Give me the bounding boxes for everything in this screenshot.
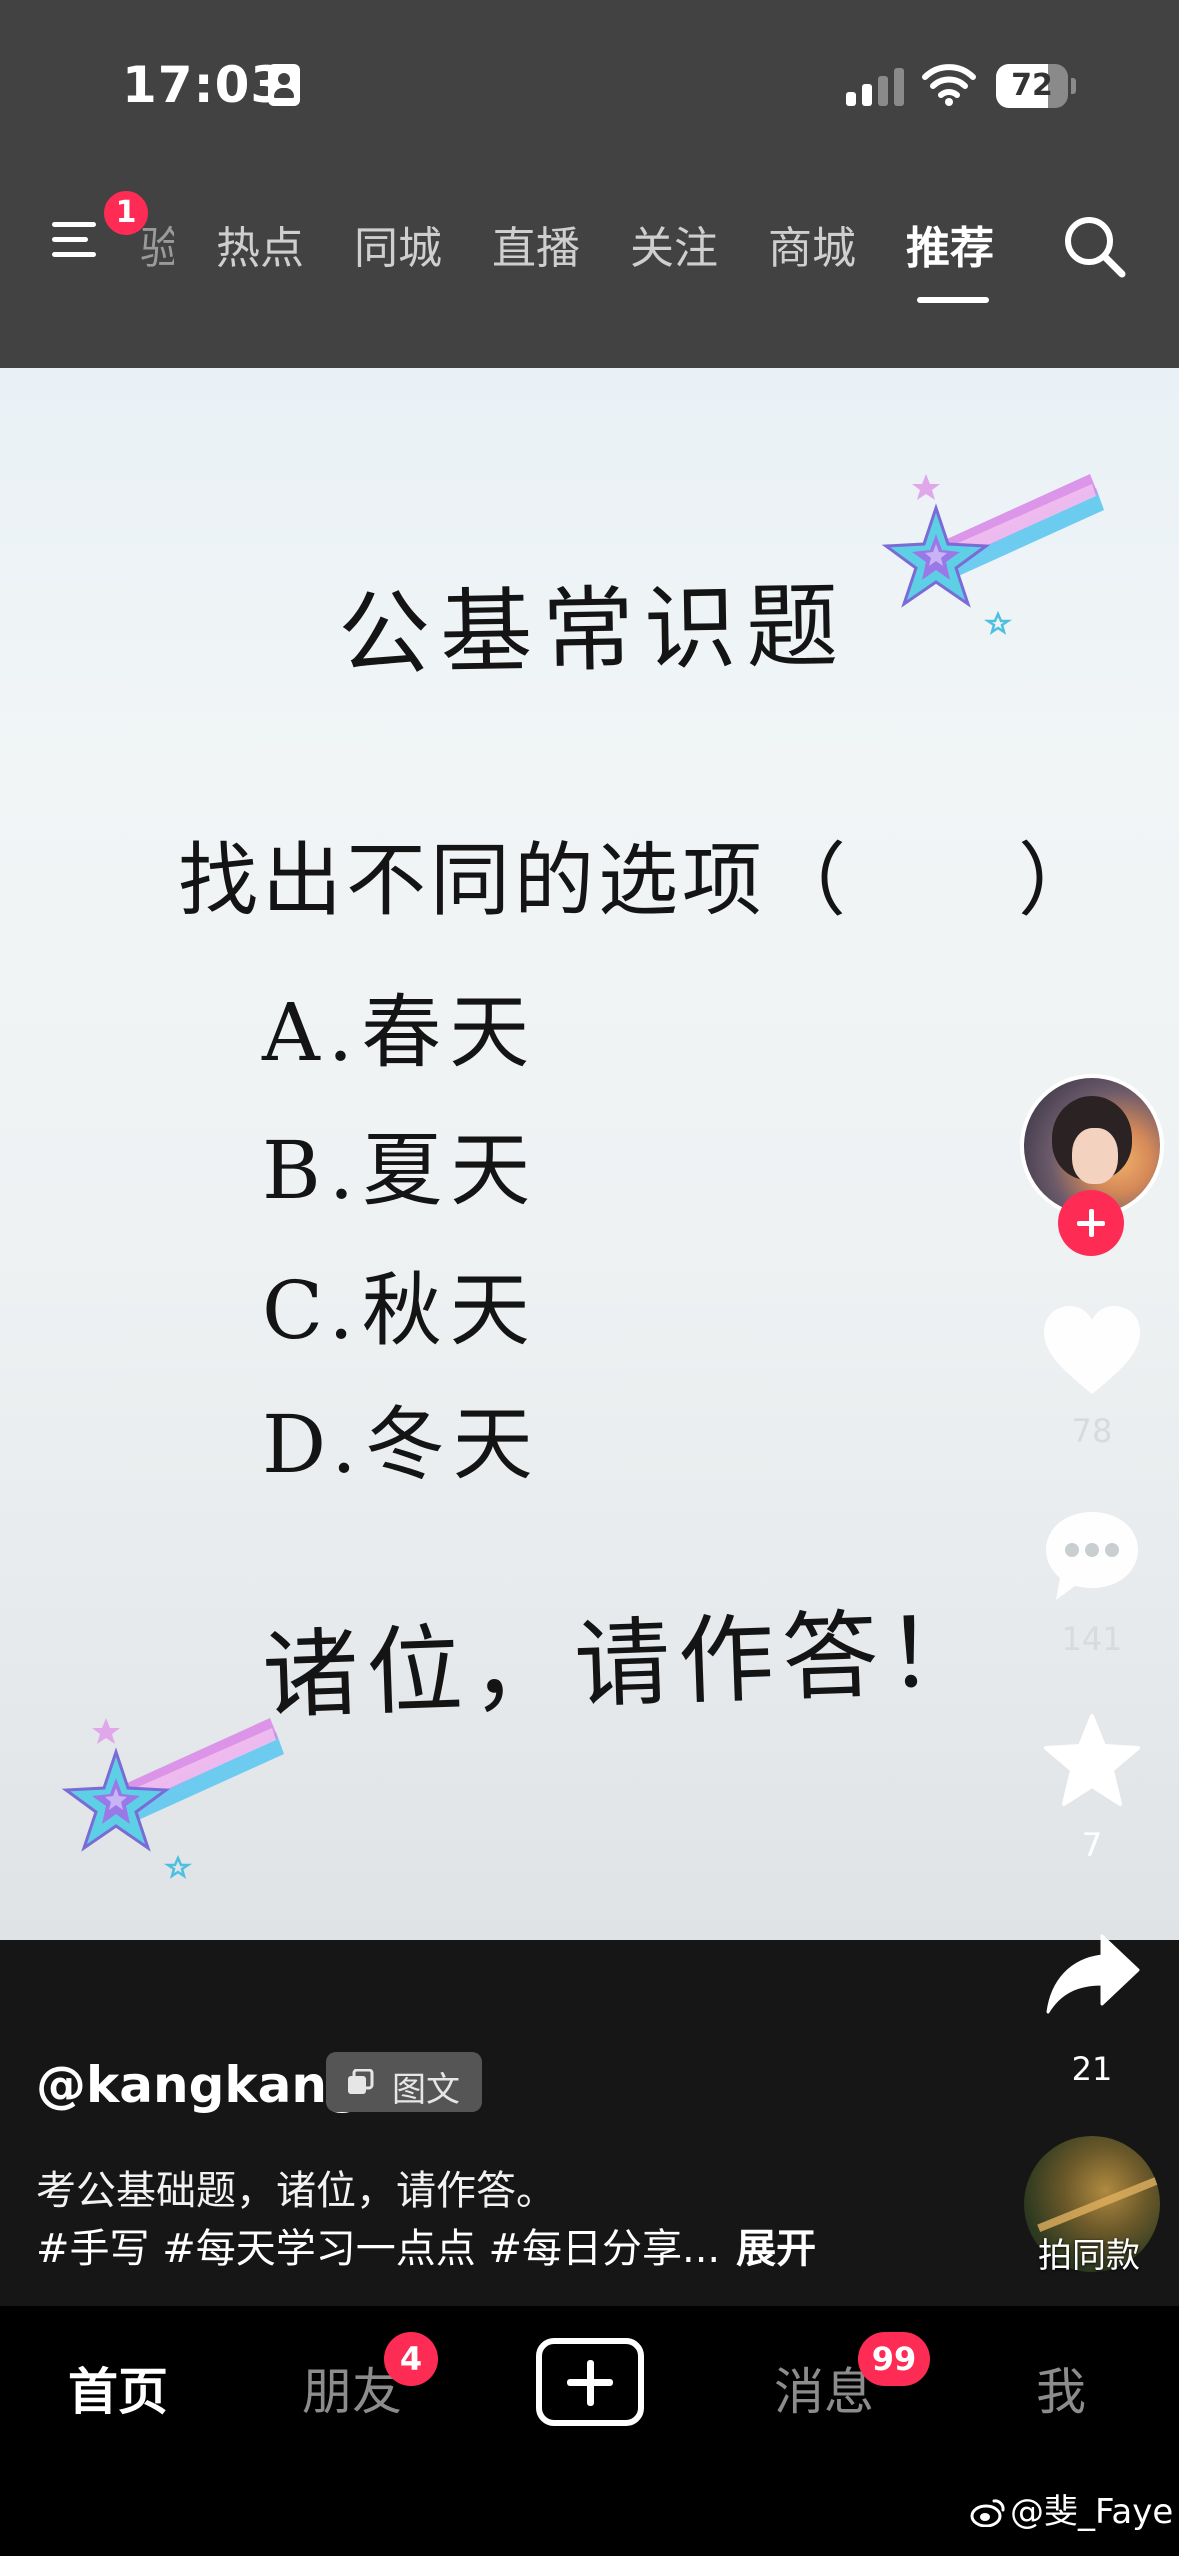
option-d: D.冬天 [262,1398,541,1491]
battery-icon: 72 [996,64,1076,108]
watermark: @斐_Faye [970,2484,1173,2533]
messages-badge: 99 [858,2332,930,2386]
tab-me[interactable]: 我 [1036,2352,1086,2424]
post-title: 公基常识题 [337,572,850,689]
option-c: C.秋天 [262,1264,538,1357]
star-icon[interactable] [1042,1712,1142,1808]
comment-icon[interactable] [1042,1508,1142,1604]
battery-percent: 72 [1011,68,1053,103]
follow-button[interactable] [1058,1190,1124,1256]
signal-icon [846,68,904,106]
menu-icon[interactable] [52,218,104,262]
post-question: 找出不同的选项（ ） [178,834,1102,927]
post-type-label: 图文 [392,2070,460,2110]
tab-hot[interactable]: 热点 [216,212,304,276]
wifi-icon [922,64,976,106]
tab-mall[interactable]: 商城 [768,212,856,276]
post-type-tag: 图文 [326,2052,482,2112]
post-caption: 考公基础题，诸位，请作答。 [36,2168,556,2214]
author-username[interactable]: @kangkang [36,2056,363,2114]
watermark-text: @斐_Faye [1010,2492,1174,2532]
like-count: 78 [1071,1412,1113,1450]
post-hashtags[interactable]: #手写 #每天学习一点点 #每日分享... 展开 [36,2216,816,2274]
tab-recommended[interactable]: 推荐 [906,212,994,276]
tab-partial[interactable]: 验 [140,212,174,276]
shooting-star-icon [61,1718,284,1879]
option-b: B.夏天 [262,1124,539,1217]
tab-live[interactable]: 直播 [492,212,580,276]
share-count: 21 [1071,2050,1113,2088]
favorite-count: 7 [1081,1826,1103,1864]
images-icon [348,2069,374,2094]
tab-following[interactable]: 关注 [630,212,718,276]
tab-home[interactable]: 首页 [68,2352,168,2424]
comment-count: 141 [1061,1620,1123,1658]
expand-link[interactable]: 展开 [736,2226,816,2272]
active-tab-indicator [917,297,989,303]
music-label[interactable]: 拍同款 [1038,2228,1140,2277]
share-icon[interactable] [1044,1932,1142,2016]
shooting-star-icon [881,474,1104,635]
hashtag-list[interactable]: #手写 #每天学习一点点 #每日分享... [36,2226,720,2272]
post-closing: 诸位，请作答！ [260,1595,993,1733]
top-bar: 17:03 72 1 验 热点 同城 直播 关注 商城 推荐 [0,0,1179,368]
weibo-icon [970,2499,1005,2527]
id-card-icon [268,64,300,106]
post-image[interactable]: 公基常识题 找出不同的选项（ ） A.春天 B.夏天 C.秋天 D.冬天 诸位，… [0,368,1179,1940]
search-icon[interactable] [1062,214,1128,280]
friends-badge: 4 [384,2332,438,2386]
tab-local[interactable]: 同城 [354,212,442,276]
heart-icon[interactable] [1040,1302,1144,1398]
option-a: A.春天 [262,986,538,1079]
create-button[interactable] [536,2338,644,2426]
status-time: 17:03 [122,56,287,114]
